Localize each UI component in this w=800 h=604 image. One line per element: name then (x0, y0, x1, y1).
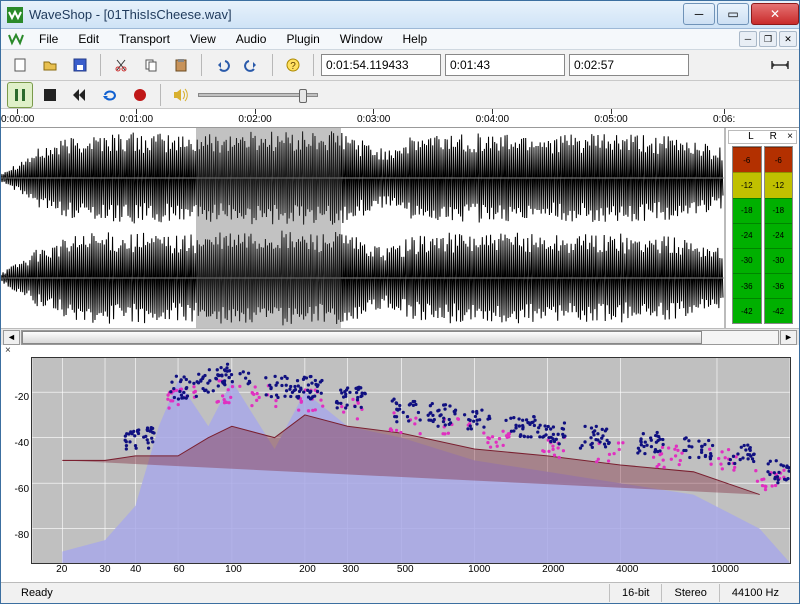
loop-button[interactable] (97, 82, 123, 108)
window-title: WaveShop - [01ThisIsCheese.wav] (29, 7, 681, 22)
time-sel-end-field[interactable]: 0:02:57 (569, 54, 689, 76)
spectrum-close-icon[interactable]: × (5, 345, 11, 356)
paste-button[interactable] (168, 52, 194, 78)
undo-button[interactable] (209, 52, 235, 78)
waveform-channel-right[interactable]: 0 (1, 228, 724, 328)
close-button[interactable]: ✕ (751, 3, 799, 25)
ruler-tick: 0:00:00 (1, 109, 34, 125)
scroll-thumb[interactable] (22, 331, 702, 344)
redo-button[interactable] (239, 52, 265, 78)
menu-transport[interactable]: Transport (109, 30, 180, 48)
waveform-hscrollbar[interactable]: ◄ ► (1, 328, 799, 345)
spec-x-tick: 60 (173, 564, 184, 575)
menu-window[interactable]: Window (330, 30, 393, 48)
ruler-tick: 0:04:00 (476, 109, 509, 125)
spec-y-tick: -40 (15, 438, 29, 449)
spec-x-tick: 2000 (542, 564, 564, 575)
menu-plugin[interactable]: Plugin (276, 30, 329, 48)
spec-x-tick: 1000 (468, 564, 490, 575)
mdi-restore-button[interactable]: ❐ (759, 31, 777, 47)
meter-close-icon[interactable]: × (787, 131, 793, 142)
meter-label-l: L (748, 131, 754, 143)
axis-label: 0 (3, 273, 8, 283)
menu-view[interactable]: View (180, 30, 226, 48)
mdi-minimize-button[interactable]: ─ (739, 31, 757, 47)
spec-x-tick: 30 (99, 564, 110, 575)
waveform-selection[interactable] (196, 128, 341, 328)
spec-y-tick: -20 (15, 392, 29, 403)
statusbar: Ready 16-bit Stereo 44100 Hz (1, 582, 799, 603)
ruler-tick: 0:03:00 (357, 109, 390, 125)
volume-slider[interactable] (198, 93, 318, 97)
spec-x-tick: 100 (225, 564, 242, 575)
spec-x-tick: 200 (299, 564, 316, 575)
time-sel-start-field[interactable]: 0:01:43 (445, 54, 565, 76)
axis-label: 0 (3, 173, 8, 183)
scroll-left-button[interactable]: ◄ (3, 330, 20, 345)
titlebar[interactable]: WaveShop - [01ThisIsCheese.wav] ─ ▭ ✕ (1, 1, 799, 29)
fit-width-button[interactable] (767, 52, 793, 78)
app-icon (7, 7, 23, 23)
mdi-close-button[interactable]: ✕ (779, 31, 797, 47)
spec-x-tick: 500 (397, 564, 414, 575)
menu-edit[interactable]: Edit (68, 30, 109, 48)
main-toolbar: ? 0:01:54.119433 0:01:43 0:02:57 (1, 50, 799, 80)
main-area: 0 0 L R × -6-12-18-24-30-36-42-6-12-18-2… (1, 128, 799, 582)
time-now-field[interactable]: 0:01:54.119433 (321, 54, 441, 76)
level-meter-l: -6-12-18-24-30-36-42 (732, 146, 762, 324)
menu-audio[interactable]: Audio (226, 30, 277, 48)
cut-button[interactable] (108, 52, 134, 78)
waveform-area[interactable]: 0 0 (1, 128, 725, 328)
status-mode: Stereo (661, 584, 718, 602)
record-button[interactable] (127, 82, 153, 108)
help-button[interactable]: ? (280, 52, 306, 78)
meter-panel: L R × -6-12-18-24-30-36-42-6-12-18-24-30… (725, 128, 799, 328)
minimize-button[interactable]: ─ (683, 3, 715, 25)
spec-x-tick: 300 (342, 564, 359, 575)
spec-y-tick: -80 (15, 530, 29, 541)
svg-text:?: ? (290, 61, 296, 72)
spectrum-panel: × -20-40-60-80 2030406010020030050010002… (1, 345, 799, 582)
status-bits: 16-bit (609, 584, 662, 602)
level-meter-r: -6-12-18-24-30-36-42 (764, 146, 794, 324)
spec-x-tick: 20 (56, 564, 67, 575)
maximize-button[interactable]: ▭ (717, 3, 749, 25)
menubar: FileEditTransportViewAudioPluginWindowHe… (1, 29, 799, 50)
copy-button[interactable] (138, 52, 164, 78)
menu-file[interactable]: File (29, 30, 68, 48)
spectrum-plot[interactable] (31, 357, 791, 564)
speaker-icon (168, 82, 194, 108)
status-rate: 44100 Hz (719, 584, 791, 602)
app-menu-icon (7, 31, 25, 47)
ruler-tick: 0:02:00 (238, 109, 271, 125)
ruler-tick: 0:01:00 (120, 109, 153, 125)
spec-x-tick: 4000 (616, 564, 638, 575)
ruler-tick: 0:06: (713, 109, 735, 125)
transport-toolbar (1, 81, 799, 109)
meter-header: L R × (728, 130, 797, 144)
new-button[interactable] (7, 52, 33, 78)
spec-y-tick: -60 (15, 484, 29, 495)
status-message: Ready (9, 584, 609, 602)
ruler-tick: 0:05:00 (594, 109, 627, 125)
save-button[interactable] (67, 52, 93, 78)
scroll-track[interactable] (21, 330, 779, 345)
scroll-right-button[interactable]: ► (780, 330, 797, 345)
stop-button[interactable] (37, 82, 63, 108)
time-ruler[interactable]: 0:00:00 0:01:00 0:02:00 0:03:00 0:04:00 0:05:… (1, 109, 799, 128)
meter-label-r: R (770, 131, 777, 143)
volume-thumb[interactable] (299, 89, 307, 103)
waveform-channel-left[interactable]: 0 (1, 128, 724, 228)
pause-button[interactable] (7, 82, 33, 108)
app-window: WaveShop - [01ThisIsCheese.wav] ─ ▭ ✕ Fi… (0, 0, 800, 604)
spec-x-tick: 10000 (711, 564, 739, 575)
rewind-button[interactable] (67, 82, 93, 108)
open-button[interactable] (37, 52, 63, 78)
spectrum-x-axis: 20 30 40 60 100 200 300 500 1000 2000 4000 10000 (31, 564, 799, 582)
spec-x-tick: 40 (130, 564, 141, 575)
menu-help[interactable]: Help (392, 30, 437, 48)
